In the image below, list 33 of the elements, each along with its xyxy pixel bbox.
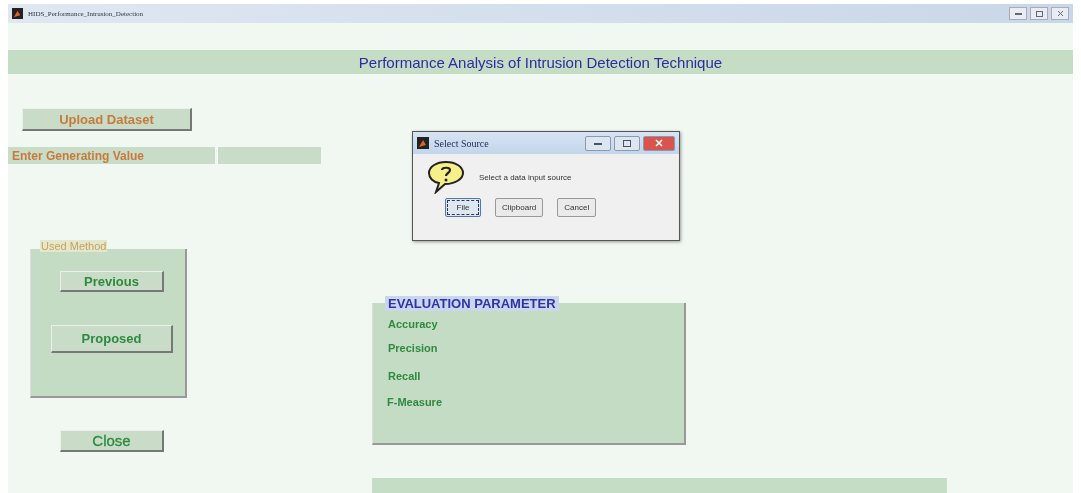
- input-field[interactable]: [217, 147, 321, 164]
- dialog-button[interactable]: Clipboard: [495, 198, 544, 217]
- close-button[interactable]: [643, 135, 675, 151]
- dialog-title: Select Source: [434, 137, 489, 149]
- parameter-label: Recall: [388, 370, 421, 382]
- parameter-label: Accuracy: [388, 318, 438, 330]
- panel-title: EVALUATION PARAMETER: [385, 296, 559, 311]
- maximize-button[interactable]: [1030, 7, 1048, 20]
- header-title: Performance Analysis of Intrusion Detection Technique: [8, 50, 1073, 74]
- dialog-button[interactable]: File: [445, 198, 481, 217]
- upload-button[interactable]: Upload Dataset: [22, 108, 192, 131]
- parameter-label: Precision: [388, 342, 438, 354]
- method-button[interactable]: Proposed: [51, 325, 173, 353]
- close-button[interactable]: [1051, 7, 1069, 20]
- minimize-icon: [1014, 12, 1022, 15]
- minimize-icon: [594, 141, 602, 145]
- close-icon: [1056, 10, 1064, 17]
- close-app-button[interactable]: Close: [60, 430, 164, 452]
- dialog-button[interactable]: Cancel: [557, 198, 597, 217]
- panel-title: Used Method: [40, 240, 108, 252]
- minimize-button[interactable]: [585, 135, 611, 151]
- maximize-icon: [623, 139, 631, 147]
- maximize-button[interactable]: [614, 135, 640, 151]
- close-icon: [655, 139, 663, 147]
- parameter-label: F-Measure: [387, 396, 443, 408]
- method-button[interactable]: Previous: [60, 271, 164, 292]
- app-icon: [12, 8, 23, 19]
- minimize-button[interactable]: [1009, 7, 1027, 20]
- field-label: Enter Generating Value: [8, 147, 215, 164]
- dialog-message: Select a data input source: [479, 172, 572, 182]
- question-icon: [427, 160, 465, 194]
- app-icon: [417, 137, 429, 149]
- maximize-icon: [1035, 10, 1043, 17]
